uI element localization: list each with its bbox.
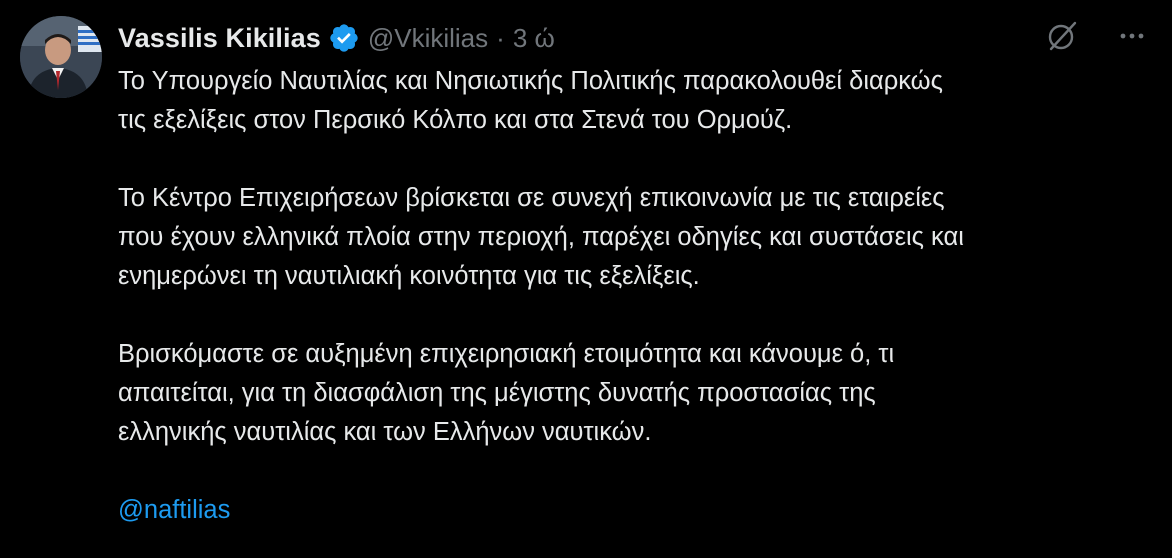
avatar[interactable] (20, 16, 102, 98)
tweet-header: Vassilis Kikilias @Vkikilias · 3 ώ (118, 20, 555, 56)
tweet-paragraph: Το Κέντρο Επιχειρήσεων βρίσκεται σε συνε… (118, 184, 964, 290)
verified-badge-icon[interactable] (328, 22, 360, 54)
tweet-actions (1044, 18, 1150, 54)
tweet-timestamp[interactable]: 3 ώ (513, 23, 555, 54)
author-handle[interactable]: @Vkikilias (368, 23, 488, 54)
author-name[interactable]: Vassilis Kikilias (118, 23, 321, 54)
more-options-icon[interactable] (1114, 18, 1150, 54)
tweet-text: Το Υπουργείο Ναυτιλίας και Νησιωτικής Πο… (118, 62, 1138, 530)
avatar-photo (20, 16, 102, 98)
header-separator: · (496, 22, 505, 53)
grok-icon[interactable] (1044, 18, 1080, 54)
tweet-paragraph: Βρισκόμαστε σε αυξημένη επιχειρησιακή ετ… (118, 340, 895, 446)
tweet-paragraph: Το Υπουργείο Ναυτιλίας και Νησιωτικής Πο… (118, 67, 943, 134)
mention-link[interactable]: @naftilias (118, 491, 1138, 530)
